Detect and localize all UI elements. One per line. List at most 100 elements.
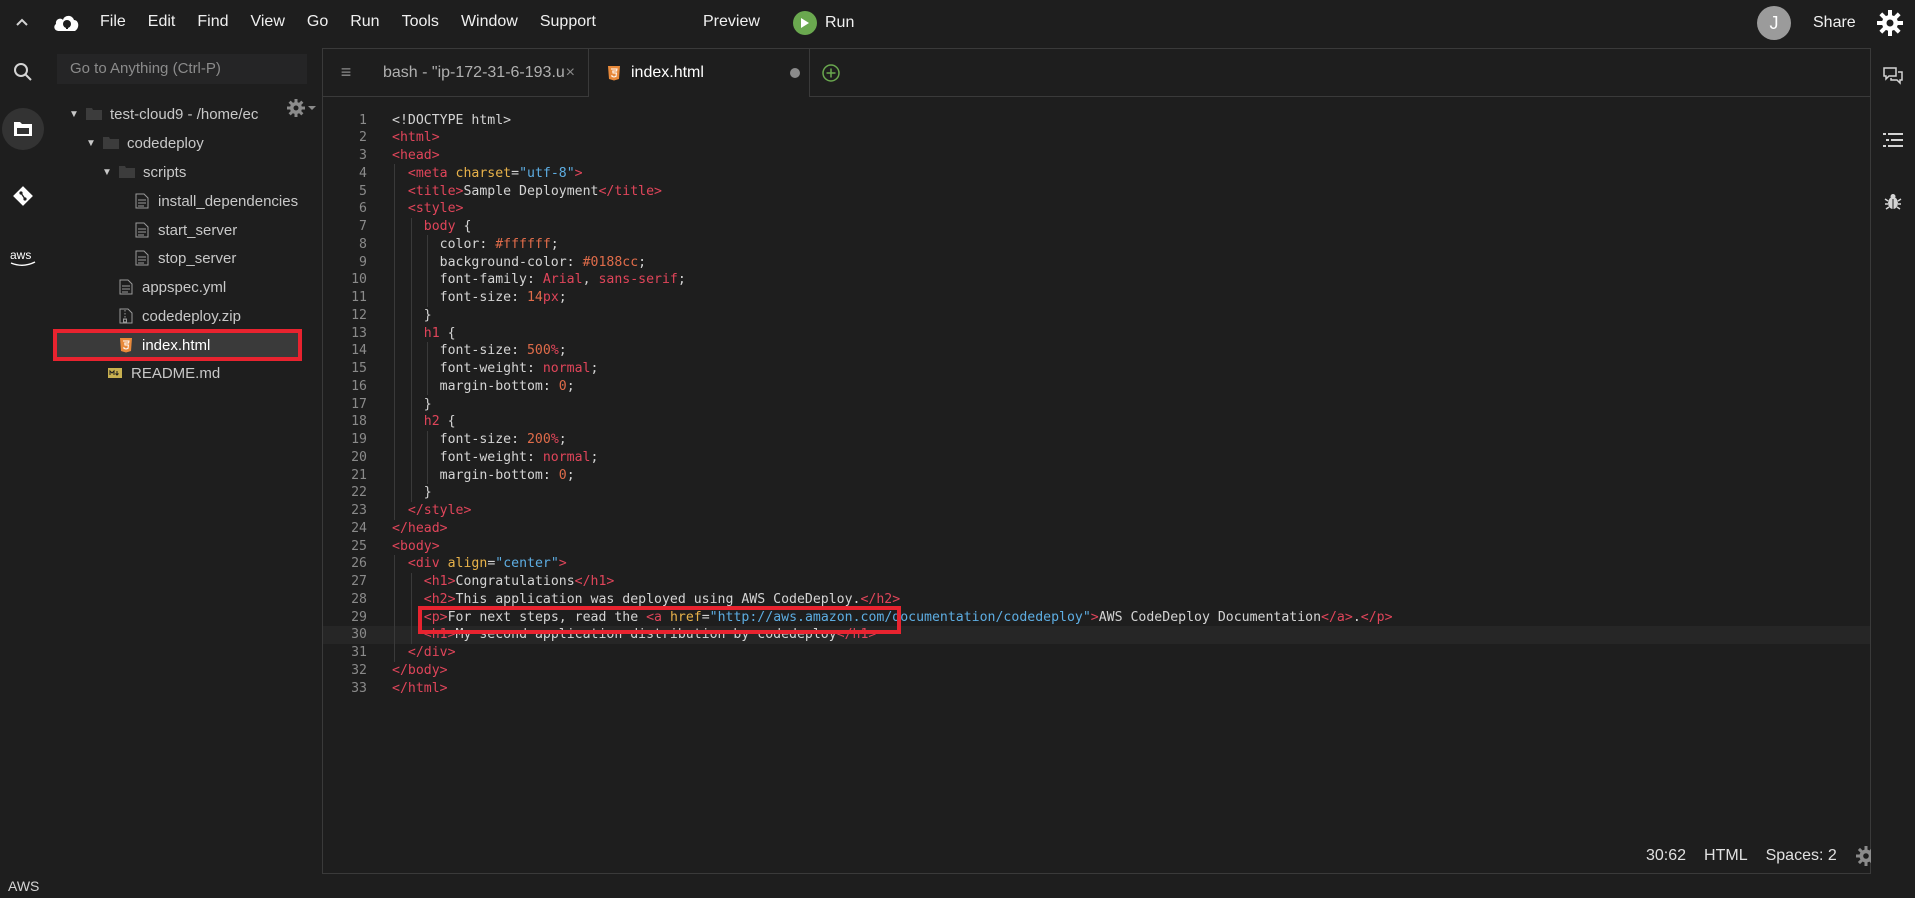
code-line[interactable]: 26 <div align="center"> [323,554,1870,573]
tree-file-appspec[interactable]: appspec.yml [118,275,226,299]
menu-run[interactable]: Run [339,0,390,44]
line-number: 31 [351,645,367,660]
menu-tools[interactable]: Tools [391,0,450,44]
menu-file[interactable]: File [88,0,137,44]
code-line-text: </html> [392,680,448,696]
tree-file-start-server[interactable]: start_server [134,218,237,242]
menu-window[interactable]: Window [450,0,529,44]
code-line[interactable]: 10 font-family: Arial, sans-serif; [323,270,1870,289]
menu-edit[interactable]: Edit [137,0,187,44]
line-number: 26 [351,556,367,572]
settings-gear-icon[interactable] [1876,9,1904,37]
code-line[interactable]: 2 <html> [323,129,1870,147]
unsaved-dot-icon[interactable] [790,68,800,78]
debugger-bug-icon[interactable] [1881,190,1905,214]
code-line-text: <meta charset="utf-8"> [407,165,583,181]
share-button[interactable]: Share [1813,14,1856,32]
code-line[interactable]: 7 body { [323,217,1870,236]
line-number: 1 [359,112,367,128]
menu-go[interactable]: Go [296,0,339,44]
file-icon [118,279,134,295]
line-number: 11 [351,290,367,305]
line-number: 15 [351,361,367,376]
avatar[interactable]: J [1757,6,1791,40]
language-mode[interactable]: HTML [1704,847,1748,865]
code-line[interactable]: 27 <h1>Congratulations</h1> [323,572,1870,591]
code-line-text: </style> [407,503,472,518]
code-line[interactable]: 21 margin-bottom: 0; [323,466,1870,484]
run-button[interactable]: Run [793,11,854,35]
editor-pane: ≡ bash - "ip-172-31-6-193.u × index.html… [322,48,1871,874]
collapse-menu-icon[interactable] [0,0,44,44]
code-line[interactable]: 9 background-color: #0188cc; [323,253,1870,271]
code-line[interactable]: 13 h1 { [323,324,1870,342]
code-line[interactable]: 18 h2 { [323,412,1870,431]
code-line-text: } [423,485,432,501]
code-line[interactable]: 11 font-size: 14px; [323,288,1870,307]
tree-file-install-dependencies[interactable]: install_dependencies [134,189,298,213]
code-line[interactable]: 31 </div> [323,643,1870,662]
file-icon [134,222,150,238]
outline-list-icon[interactable] [1881,128,1905,152]
code-line[interactable]: 19 font-size: 200%; [323,430,1870,449]
code-line[interactable]: 23 </style> [323,501,1870,520]
line-number: 33 [351,680,367,696]
code-line[interactable]: 5 <title>Sample Deployment</title> [323,182,1870,200]
code-line[interactable]: 17 } [323,395,1870,413]
code-line-text: <!DOCTYPE html> [392,112,512,128]
tree-file-readme[interactable]: README.md [107,361,220,385]
tree-folder-codedeploy[interactable]: ▼ codedeploy [85,131,204,155]
tree-file-label: stop_server [158,249,237,267]
code-line[interactable]: 14 font-size: 500%; [323,341,1870,360]
code-line[interactable]: 22 } [323,483,1870,502]
menu-find[interactable]: Find [186,0,239,44]
code-line[interactable]: 20 font-weight: normal; [323,448,1870,467]
go-to-anything-input[interactable]: Go to Anything (Ctrl-P) [57,54,307,84]
menu-support[interactable]: Support [529,0,607,44]
cloud9-logo-icon[interactable] [44,0,88,44]
source-control-icon[interactable] [0,174,46,218]
line-number: 6 [359,201,367,217]
indent-setting[interactable]: Spaces: 2 [1766,847,1837,865]
svg-text:aws: aws [10,248,31,262]
footer-label: AWS [8,878,40,894]
code-line[interactable]: 33 </html> [323,679,1870,697]
environment-files-icon[interactable] [2,108,44,150]
code-line[interactable]: 1 <!DOCTYPE html> [323,111,1870,129]
code-line[interactable]: 15 font-weight: normal; [323,359,1870,378]
code-line[interactable]: 25 <body> [323,537,1870,555]
highlight-box-index-file [53,329,302,361]
tab-index-html[interactable]: index.html [588,49,810,97]
code-line-text: <body> [392,538,440,554]
cursor-position[interactable]: 30:62 [1646,847,1686,865]
close-icon[interactable]: × [566,64,575,82]
tree-file-stop-server[interactable]: stop_server [134,246,236,270]
menu-view[interactable]: View [239,0,295,44]
line-number: 20 [351,449,367,465]
search-icon[interactable] [0,50,46,94]
tree-file-codedeploy-zip[interactable]: codedeploy.zip [118,304,241,328]
line-number: 3 [359,148,367,163]
code-line[interactable]: 8 color: #ffffff; [323,235,1870,254]
code-line[interactable]: 6 <style> [323,199,1870,218]
code-editor[interactable]: 1 <!DOCTYPE html> 2 <html> 3 <head> 4 <meta ch… [323,98,1870,798]
tab-list-menu-icon[interactable]: ≡ [323,49,369,96]
code-line[interactable]: 3 <head> [323,147,1870,165]
tab-bash-label: bash - "ip-172-31-6-193.u [383,63,565,81]
code-line[interactable]: 16 margin-bottom: 0; [323,377,1870,396]
code-line[interactable]: 32 </body> [323,661,1870,679]
tree-settings-icon[interactable] [286,98,320,118]
add-tab-icon[interactable] [821,63,841,83]
code-line[interactable]: 24 </head> [323,519,1870,537]
line-number: 12 [351,307,367,323]
preview-button[interactable]: Preview [703,13,760,31]
tab-bash[interactable]: bash - "ip-172-31-6-193.u × [369,49,581,96]
tree-folder-root[interactable]: ▼ test-cloud9 - /home/ec [68,102,258,126]
code-line[interactable]: 4 <meta charset="utf-8"> [323,164,1870,183]
code-line[interactable]: 12 } [323,306,1870,325]
tree-folder-scripts[interactable]: ▼ scripts [101,160,186,184]
file-icon [134,250,150,266]
collaborate-chat-icon[interactable] [1881,64,1905,88]
tree-folder-label: test-cloud9 - /home/ec [110,105,259,123]
aws-icon[interactable]: aws [0,236,46,280]
